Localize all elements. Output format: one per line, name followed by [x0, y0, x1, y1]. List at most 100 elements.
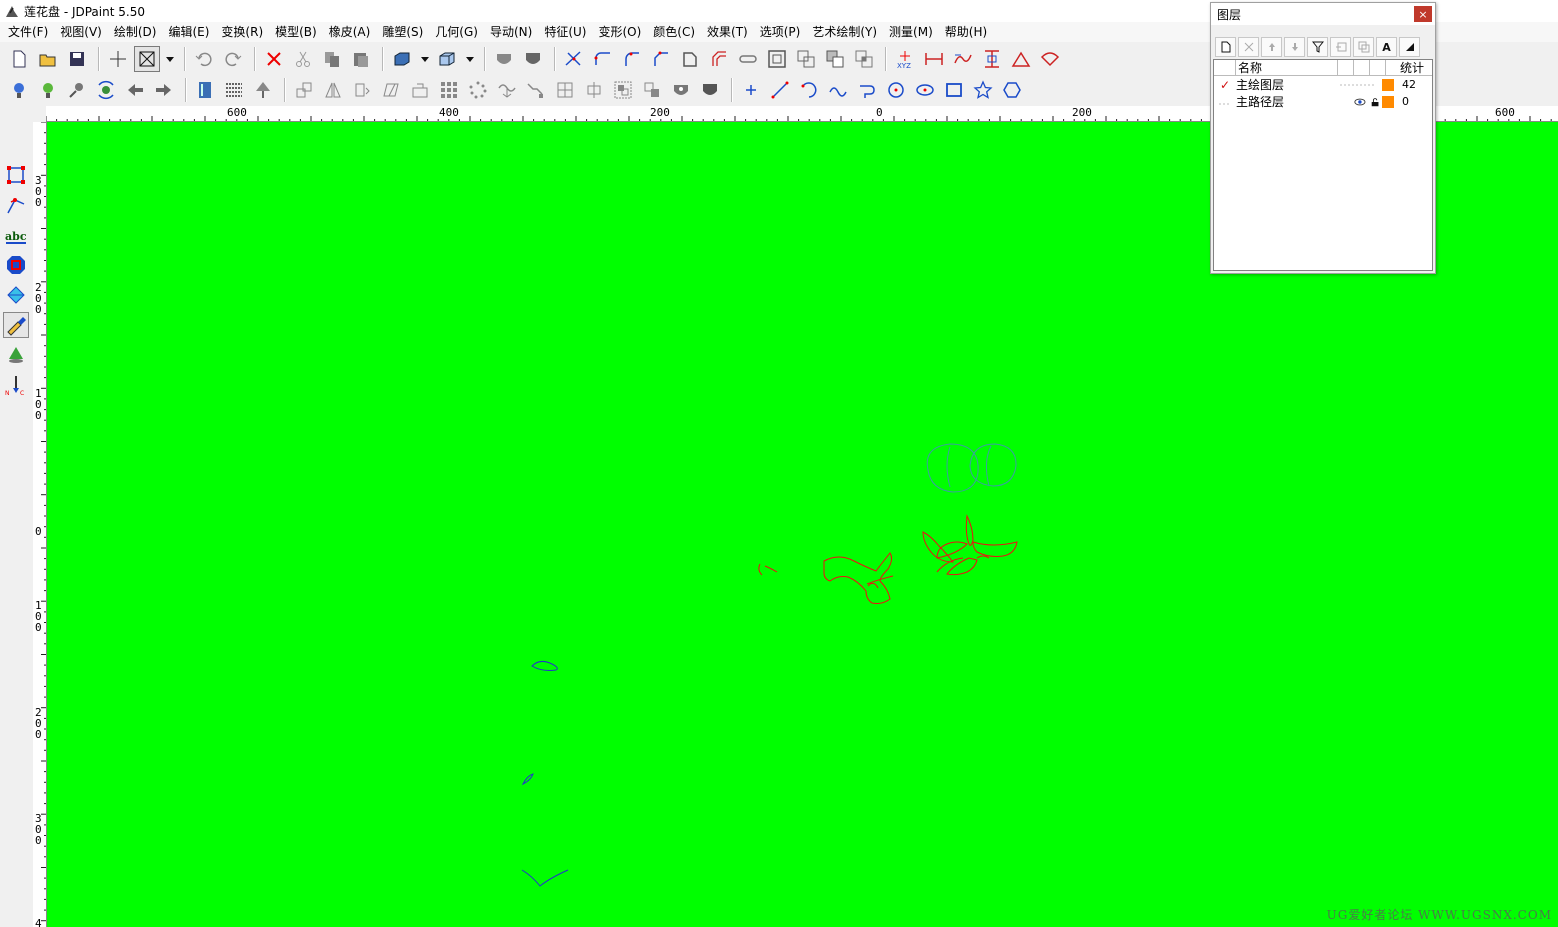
align-icon[interactable]: [407, 77, 433, 103]
select-nodes-icon[interactable]: [3, 162, 29, 188]
extend-icon[interactable]: [590, 46, 616, 72]
bowl-icon[interactable]: [668, 77, 694, 103]
skew-icon[interactable]: [378, 77, 404, 103]
relief-icon[interactable]: [491, 46, 517, 72]
arc-dimension-icon[interactable]: [1037, 46, 1063, 72]
light-blue-icon[interactable]: [6, 77, 32, 103]
nc-tool-icon[interactable]: NC: [3, 372, 29, 398]
triangle-icon[interactable]: [1399, 37, 1420, 57]
open-file-icon[interactable]: [35, 46, 61, 72]
menu-view[interactable]: 视图(V): [54, 22, 108, 42]
circular-array-icon[interactable]: [465, 77, 491, 103]
menu-file[interactable]: 文件(F): [2, 22, 54, 42]
dimension-curve-icon[interactable]: [950, 46, 976, 72]
sculpt-tool-icon[interactable]: [3, 342, 29, 368]
shield-icon[interactable]: [520, 46, 546, 72]
eye-icon[interactable]: [1354, 96, 1366, 108]
spline-icon[interactable]: [825, 77, 851, 103]
angle-icon[interactable]: [1008, 46, 1034, 72]
dimension-v-icon[interactable]: [979, 46, 1005, 72]
layer-row[interactable]: ✓ 主绘图层 42: [1214, 76, 1432, 93]
light-move-icon[interactable]: [64, 77, 90, 103]
ellipse-icon[interactable]: [912, 77, 938, 103]
menu-options[interactable]: 选项(P): [754, 22, 807, 42]
polygon-icon[interactable]: [999, 77, 1025, 103]
select-box-icon[interactable]: [134, 46, 160, 72]
point-icon[interactable]: [738, 77, 764, 103]
arrow-left-icon[interactable]: [122, 77, 148, 103]
offset-icon[interactable]: [706, 46, 732, 72]
rectangle-icon[interactable]: [941, 77, 967, 103]
menu-measure[interactable]: 测量(M): [883, 22, 939, 42]
array-icon[interactable]: [436, 77, 462, 103]
delete-icon[interactable]: [261, 46, 287, 72]
text-tool-icon[interactable]: abc: [3, 224, 29, 250]
cut-icon[interactable]: [290, 46, 316, 72]
menu-sculpt[interactable]: 雕塑(S): [376, 22, 429, 42]
rotate-icon[interactable]: [349, 77, 375, 103]
menu-deform[interactable]: 变形(O): [592, 22, 647, 42]
circle-icon[interactable]: [883, 77, 909, 103]
grid-icon[interactable]: [552, 77, 578, 103]
move-down-icon[interactable]: [1284, 37, 1305, 57]
blue-curves[interactable]: [521, 660, 569, 887]
solid-cube-icon[interactable]: [389, 46, 415, 72]
layer-color-swatch[interactable]: [1382, 78, 1394, 91]
copy-layer-icon[interactable]: [1353, 37, 1374, 57]
shield-dark-icon[interactable]: [697, 77, 723, 103]
stop-tool-icon[interactable]: [3, 252, 29, 278]
menu-color[interactable]: 颜色(C): [647, 22, 701, 42]
chamfer-icon[interactable]: [648, 46, 674, 72]
subtract-icon[interactable]: [822, 46, 848, 72]
font-button[interactable]: A: [1376, 37, 1397, 57]
path-array-icon[interactable]: [523, 77, 549, 103]
menu-eraser[interactable]: 橡皮(A): [323, 22, 377, 42]
chevron-down-icon[interactable]: [418, 46, 432, 72]
save-icon[interactable]: [64, 46, 90, 72]
arc-icon[interactable]: [796, 77, 822, 103]
layer-row[interactable]: 主路径层 0: [1214, 93, 1432, 110]
menu-feature[interactable]: 特征(U): [538, 22, 592, 42]
wire-cube-icon[interactable]: [434, 46, 460, 72]
close-button[interactable]: ×: [1414, 6, 1432, 22]
menu-edit[interactable]: 编辑(E): [162, 22, 215, 42]
ungroup-icon[interactable]: [639, 77, 665, 103]
filter-icon[interactable]: [1307, 37, 1328, 57]
chevron-down-icon[interactable]: [463, 46, 477, 72]
inactive-layer-dash-icon[interactable]: [1214, 95, 1236, 109]
light-rotate-icon[interactable]: [93, 77, 119, 103]
menu-transform[interactable]: 变换(R): [215, 22, 269, 42]
menu-help[interactable]: 帮助(H): [939, 22, 993, 42]
menu-art-draw[interactable]: 艺术绘制(Y): [806, 22, 883, 42]
corner-icon[interactable]: [677, 46, 703, 72]
menu-model[interactable]: 模型(B): [269, 22, 323, 42]
union-icon[interactable]: [793, 46, 819, 72]
node-edit-icon[interactable]: [3, 192, 29, 218]
book-icon[interactable]: [192, 77, 218, 103]
curve-array-icon[interactable]: [494, 77, 520, 103]
layer-color-swatch[interactable]: [1382, 95, 1394, 108]
menu-effect[interactable]: 效果(T): [701, 22, 754, 42]
menu-guide[interactable]: 导动(N): [484, 22, 538, 42]
mirror-icon[interactable]: [320, 77, 346, 103]
xyz-point-icon[interactable]: XYZ: [892, 46, 918, 72]
undo-icon[interactable]: [191, 46, 217, 72]
lock-icon[interactable]: [1370, 96, 1380, 108]
chevron-down-icon[interactable]: [163, 46, 177, 72]
frame-icon[interactable]: [764, 46, 790, 72]
red-curves[interactable]: [758, 514, 1018, 604]
new-file-icon[interactable]: [6, 46, 32, 72]
delete-layer-icon[interactable]: [1238, 37, 1259, 57]
grid-list-icon[interactable]: [221, 77, 247, 103]
active-layer-check-icon[interactable]: ✓: [1214, 78, 1236, 92]
slot-icon[interactable]: [735, 46, 761, 72]
new-layer-icon[interactable]: [1215, 37, 1236, 57]
menu-geometry[interactable]: 几何(G): [429, 22, 484, 42]
menu-draw[interactable]: 绘制(D): [108, 22, 163, 42]
scale-icon[interactable]: [291, 77, 317, 103]
redo-icon[interactable]: [220, 46, 246, 72]
copy-icon[interactable]: [319, 46, 345, 72]
tree-icon[interactable]: [250, 77, 276, 103]
import-icon[interactable]: [1330, 37, 1351, 57]
arrow-right-icon[interactable]: [151, 77, 177, 103]
